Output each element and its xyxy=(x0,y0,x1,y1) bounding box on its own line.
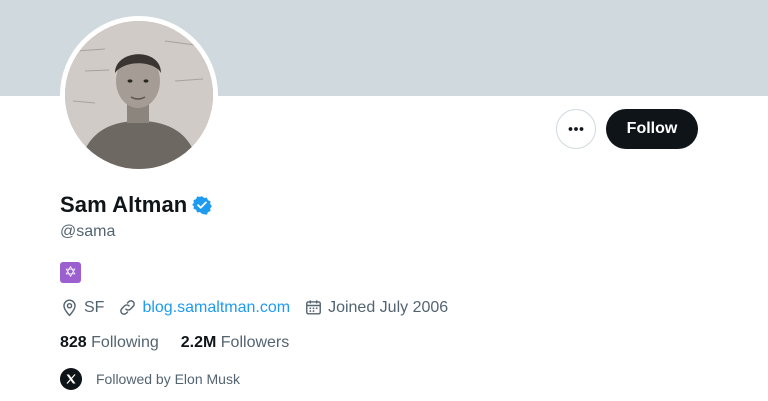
following-count: 828 xyxy=(60,334,87,351)
more-dots-icon xyxy=(568,127,584,131)
more-options-button[interactable] xyxy=(556,109,596,149)
followers-count: 2.2M xyxy=(180,334,217,351)
website-item[interactable]: blog.samaltman.com xyxy=(118,298,290,317)
joined-text: Joined July 2006 xyxy=(328,298,449,316)
profile-name-row: Sam Altman xyxy=(60,192,213,218)
followers-label: Followers xyxy=(220,334,290,351)
x-logo-icon xyxy=(60,368,82,390)
link-icon xyxy=(120,300,136,315)
joined-item: Joined July 2006 xyxy=(304,298,448,317)
avatar[interactable] xyxy=(65,21,213,169)
location-text: SF xyxy=(84,298,105,316)
location-item: SF xyxy=(60,298,104,317)
follow-button[interactable]: Follow xyxy=(606,109,698,149)
website-link[interactable]: blog.samaltman.com xyxy=(142,299,290,317)
followers-stat[interactable]: 2.2M Followers xyxy=(181,334,290,352)
star-of-david-icon: ✡ xyxy=(64,263,77,281)
avatar-frame xyxy=(60,16,218,174)
followed-by-row[interactable]: Followed by Elon Musk xyxy=(60,368,240,390)
profile-name: Sam Altman xyxy=(60,192,188,217)
profile-handle: @sama xyxy=(60,223,116,240)
following-label: Following xyxy=(91,334,159,351)
bio-emoji: ✡ xyxy=(60,262,81,283)
followed-by-text: Followed by Elon Musk xyxy=(96,371,240,387)
profile-meta: SF blog.samaltman.com Joined July 2006 xyxy=(60,298,462,317)
verified-badge-icon[interactable] xyxy=(192,195,213,215)
follow-stats: 828 Following 2.2M Followers xyxy=(60,334,311,352)
following-stat[interactable]: 828 Following xyxy=(60,334,159,352)
calendar-icon xyxy=(306,300,322,315)
location-pin-icon xyxy=(63,299,76,317)
avatar-photo xyxy=(65,21,213,169)
